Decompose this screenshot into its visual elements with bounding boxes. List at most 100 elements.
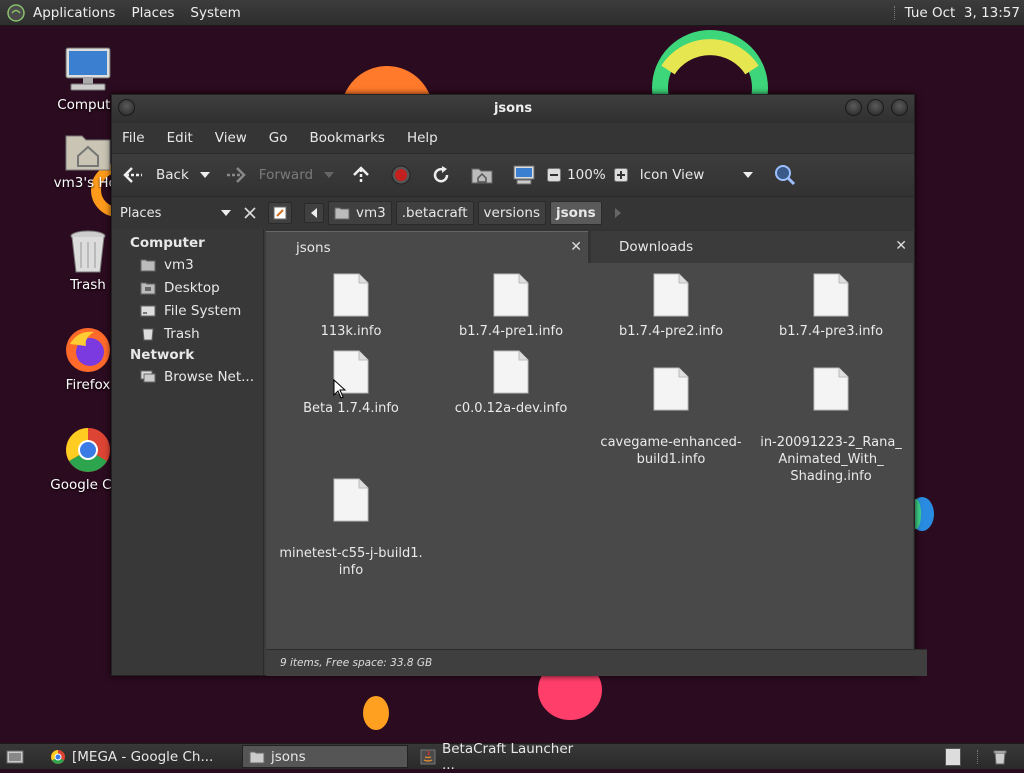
- file-item[interactable]: in-20091223-2_Rana_ Animated_With_ Shadi…: [751, 350, 911, 485]
- places-sidebar: Computer vm3 Desktop File System Trash N…: [112, 229, 264, 675]
- file-item[interactable]: minetest-c55-j-build1. info: [271, 461, 431, 579]
- sidebar-item-desktop[interactable]: Desktop: [112, 276, 263, 299]
- document-icon: [493, 273, 529, 317]
- file-item[interactable]: b1.7.4-pre3.info: [751, 273, 911, 340]
- zoom-out-button[interactable]: [547, 168, 562, 182]
- home-folder-icon: [471, 168, 493, 184]
- forward-label: Forward: [258, 167, 314, 183]
- chevron-down-icon: [199, 172, 210, 178]
- tab-downloads[interactable]: Downloads ✕: [591, 231, 913, 263]
- menu-file[interactable]: File: [122, 130, 145, 146]
- document-icon: [813, 273, 849, 317]
- breadcrumb-jsons[interactable]: jsons: [550, 201, 602, 225]
- menu-help[interactable]: Help: [407, 130, 438, 146]
- maximize-button[interactable]: [867, 99, 884, 116]
- zoom-out-icon: [547, 168, 562, 182]
- forward-history-dropdown[interactable]: [323, 171, 335, 179]
- chrome-icon: [51, 749, 65, 764]
- sidebar-heading-network: Network: [130, 347, 195, 363]
- breadcrumb: vm3 .betacraft versions jsons: [268, 201, 622, 225]
- reload-icon: [433, 166, 449, 183]
- status-text: 9 items, Free space: 33.8 GB: [280, 657, 433, 669]
- breadcrumb-scroll-left[interactable]: [304, 203, 324, 223]
- breadcrumb-betacraft[interactable]: .betacraft: [395, 201, 474, 225]
- close-tab-icon[interactable]: ✕: [895, 238, 907, 254]
- breadcrumb-vm3[interactable]: vm3: [328, 201, 392, 225]
- file-item[interactable]: 113k.info: [271, 273, 431, 340]
- panel-clock[interactable]: Tue Oct 3, 13:57: [905, 5, 1020, 21]
- chevron-right-icon[interactable]: [614, 207, 622, 219]
- forward-button[interactable]: Forward: [225, 166, 313, 184]
- menu-view[interactable]: View: [215, 130, 247, 146]
- document-icon: [333, 273, 369, 317]
- sidebar-item-browse-network[interactable]: Browse Net...: [112, 365, 263, 388]
- computer-button[interactable]: [513, 165, 535, 185]
- minimize-button[interactable]: [845, 99, 862, 116]
- sidebar-type-select[interactable]: Places: [116, 206, 220, 221]
- system-menu[interactable]: System: [190, 5, 240, 21]
- close-sidebar-icon[interactable]: [244, 207, 256, 219]
- chrome-icon: [66, 428, 110, 472]
- zoom-in-button[interactable]: [613, 168, 628, 182]
- trash-icon: [142, 328, 154, 340]
- file-name: 113k.info: [320, 324, 382, 339]
- distro-logo-icon[interactable]: [7, 3, 25, 22]
- zoom-level: 100%: [567, 167, 606, 183]
- top-panel: Applications Places System Tue Oct 3, 13…: [0, 0, 1024, 26]
- java-icon: [420, 749, 436, 764]
- file-item[interactable]: b1.7.4-pre1.info: [431, 273, 591, 340]
- window-titlebar[interactable]: jsons: [112, 95, 914, 123]
- tab-bar: jsons ✕ Downloads ✕: [266, 229, 913, 264]
- show-desktop-icon: [6, 750, 24, 763]
- workspace-switcher[interactable]: [939, 746, 967, 767]
- show-desktop-button[interactable]: [0, 746, 36, 767]
- chevron-down-icon: [743, 172, 754, 178]
- menu-bookmarks[interactable]: Bookmarks: [310, 130, 385, 146]
- chevron-left-icon: [311, 208, 317, 218]
- menu-go[interactable]: Go: [269, 130, 288, 146]
- firefox-icon: [66, 328, 110, 372]
- drive-icon: [140, 305, 156, 316]
- applications-menu[interactable]: Applications: [33, 5, 115, 21]
- file-item[interactable]: c0.0.12a-dev.info: [431, 350, 591, 417]
- up-button[interactable]: [351, 165, 371, 185]
- file-item[interactable]: b1.7.4-pre2.info: [591, 273, 751, 340]
- sidebar-item-file-system[interactable]: File System: [112, 299, 263, 322]
- taskbar-item-jsons[interactable]: jsons: [242, 745, 408, 768]
- taskbar-item-mega-chrome[interactable]: [MEGA - Google Ch...: [44, 746, 240, 767]
- sidebar-item-vm3[interactable]: vm3: [112, 253, 263, 276]
- close-tab-icon[interactable]: ✕: [570, 239, 582, 255]
- back-history-dropdown[interactable]: [199, 171, 211, 179]
- back-button[interactable]: Back: [122, 166, 189, 184]
- file-name: c0.0.12a-dev.info: [454, 401, 568, 416]
- toggle-location-entry-button[interactable]: [268, 202, 292, 224]
- sidebar-header: Places: [116, 201, 256, 225]
- folder-icon: [249, 751, 265, 763]
- workspace-1[interactable]: [945, 747, 961, 766]
- view-mode-select[interactable]: Icon View: [640, 167, 755, 183]
- places-menu[interactable]: Places: [131, 5, 174, 21]
- menu-edit[interactable]: Edit: [167, 130, 193, 146]
- chevron-down-icon[interactable]: [220, 209, 232, 217]
- file-manager-window: jsons File Edit View Go Bookmarks Help B…: [111, 94, 927, 676]
- menubar: File Edit View Go Bookmarks Help: [112, 123, 914, 153]
- taskbar-separator: [977, 749, 978, 764]
- home-folder-icon: [334, 207, 350, 220]
- tab-jsons[interactable]: jsons ✕: [266, 231, 588, 264]
- taskbar-item-betacraft[interactable]: BetaCraft Launcher ...: [414, 741, 596, 773]
- file-item[interactable]: Beta 1.7.4.info: [271, 350, 431, 417]
- file-name: b1.7.4-pre3.info: [778, 324, 884, 339]
- file-item[interactable]: cavegame-enhanced- build1.info: [591, 350, 751, 468]
- stop-button[interactable]: [391, 165, 411, 185]
- stop-icon: [391, 165, 411, 185]
- trash-applet[interactable]: [986, 746, 1020, 767]
- reload-button[interactable]: [431, 165, 451, 185]
- sidebar-item-trash[interactable]: Trash: [112, 322, 263, 345]
- home-button[interactable]: [471, 166, 493, 184]
- close-button[interactable]: [891, 99, 908, 116]
- search-button[interactable]: [774, 164, 796, 186]
- back-arrow-icon: [123, 167, 142, 183]
- desktop-icon-label: Firefox: [65, 377, 111, 393]
- computer-icon: [65, 47, 111, 91]
- breadcrumb-versions[interactable]: versions: [477, 201, 547, 225]
